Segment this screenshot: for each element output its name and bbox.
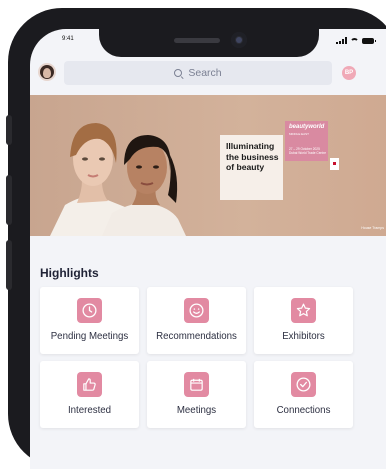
status-icons: [336, 37, 376, 44]
tile-pending-meetings[interactable]: Pending Meetings: [40, 287, 139, 354]
notch: [99, 29, 319, 57]
phone-side-button: [6, 240, 12, 290]
tile-label: Pending Meetings: [50, 331, 129, 342]
photo-credit: House Tramps: [361, 226, 384, 230]
brand-logo: beautyworld: [289, 124, 325, 130]
check-circle-icon: [291, 372, 316, 397]
star-icon: [291, 298, 316, 323]
smile-icon: [184, 298, 209, 323]
tile-exhibitors[interactable]: Exhibitors: [254, 287, 353, 354]
tile-label: Exhibitors: [282, 331, 325, 342]
tile-label: Interested: [67, 405, 112, 416]
thumbs-up-icon: [77, 372, 102, 397]
clock-icon: [77, 298, 102, 323]
tile-label: Connections: [276, 405, 331, 416]
search-placeholder: Search: [188, 67, 222, 79]
tile-recommendations[interactable]: Recommendations: [147, 287, 246, 354]
app-screen: 9:41 Search BP Illuminating the business…: [30, 29, 386, 469]
event-banner[interactable]: Illuminating the business of beauty beau…: [30, 95, 386, 236]
profile-initials-button[interactable]: BP: [342, 66, 356, 80]
battery-icon: [362, 37, 376, 44]
signal-icon: [336, 37, 347, 44]
top-bar: Search BP: [30, 61, 386, 90]
brand-subtitle: MIDDLE EAST: [289, 132, 310, 136]
tile-meetings[interactable]: Meetings: [147, 361, 246, 428]
avatar[interactable]: [40, 65, 54, 79]
search-icon: [174, 68, 183, 78]
tile-interested[interactable]: Interested: [40, 361, 139, 428]
phone-side-button: [6, 115, 12, 145]
speaker: [174, 38, 220, 43]
calendar-icon: [184, 372, 209, 397]
tile-connections[interactable]: Connections: [254, 361, 353, 428]
phone-side-button: [6, 175, 12, 225]
tile-label: Meetings: [176, 405, 217, 416]
wifi-icon: [350, 37, 359, 44]
tile-label: Recommendations: [156, 331, 237, 342]
search-input[interactable]: Search: [64, 61, 332, 85]
camera: [231, 32, 247, 48]
event-dates: 27 – 29 October 2025 Dubai World Trade C…: [289, 147, 326, 155]
flag-icon: [330, 158, 339, 170]
section-title: Highlights: [40, 266, 99, 280]
banner-headline: Illuminating the business of beauty: [226, 141, 279, 172]
status-time: 9:41: [62, 36, 74, 42]
